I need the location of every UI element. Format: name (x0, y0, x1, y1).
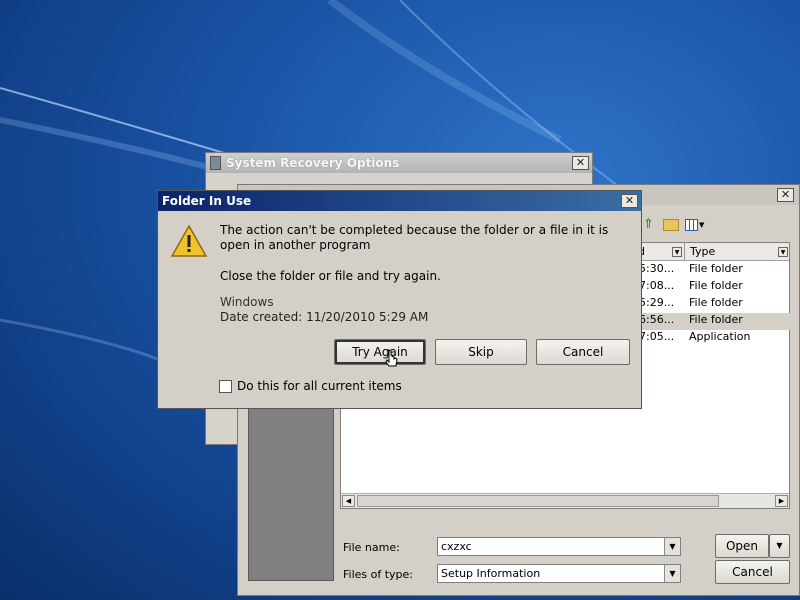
column-date-modified[interactable]: d ▼ (635, 243, 685, 261)
up-folder-icon[interactable]: ⇑ (643, 218, 657, 232)
type-dropdown-icon[interactable]: ▼ (778, 247, 788, 257)
open-button[interactable]: Open (715, 534, 769, 558)
chevron-down-icon: ▼ (776, 541, 783, 550)
system-recovery-title: System Recovery Options (226, 156, 400, 170)
files-of-type-select[interactable]: Setup Information ▼ (437, 564, 681, 583)
file-row-date: 5:30... (639, 262, 675, 275)
folder-in-use-titlebar: Folder In Use (158, 191, 641, 211)
file-name-input[interactable]: cxzxc ▼ (437, 537, 681, 556)
folder-in-use-close-button[interactable]: ✕ (621, 194, 638, 208)
app-icon (210, 156, 221, 170)
folder-in-use-dialog: Folder In Use ✕ The action can't be comp… (157, 190, 642, 409)
close-icon: ✕ (780, 188, 791, 201)
item-name: Windows (220, 295, 274, 309)
file-row-type: File folder (689, 296, 743, 309)
warning-icon (170, 224, 208, 257)
new-folder-icon[interactable] (663, 219, 679, 231)
horizontal-scrollbar[interactable]: ◀ ▶ (341, 493, 789, 508)
file-row-date: 7:08... (639, 279, 675, 292)
apply-to-all-checkbox[interactable] (219, 380, 232, 393)
item-date-created: Date created: 11/20/2010 5:29 AM (220, 310, 429, 324)
skip-button[interactable]: Skip (435, 339, 527, 365)
file-row-type: Application (689, 330, 751, 343)
apply-to-all-label: Do this for all current items (237, 379, 402, 393)
open-button-label: Open (725, 539, 759, 553)
close-icon: ✕ (575, 156, 586, 169)
file-name-label: File name: (343, 541, 400, 554)
skip-label: Skip (468, 345, 494, 359)
chevron-down-icon[interactable]: ▼ (664, 565, 680, 582)
folder-in-use-title: Folder In Use (162, 194, 252, 208)
chevron-down-icon[interactable]: ▼ (664, 538, 680, 555)
file-row-date: 5:29... (639, 296, 675, 309)
close-icon: ✕ (624, 194, 635, 207)
file-name-value: cxzxc (441, 540, 472, 553)
scroll-right-icon[interactable]: ▶ (775, 495, 788, 507)
cancel-button[interactable]: Cancel (536, 339, 630, 365)
mouse-pointer-icon (385, 349, 398, 367)
column-type[interactable]: Type ▼ (686, 243, 790, 261)
file-row-type: File folder (689, 262, 743, 275)
system-recovery-titlebar: System Recovery Options (206, 153, 592, 173)
cancel-label: Cancel (562, 345, 604, 359)
open-dialog-cancel-button[interactable]: Cancel (715, 560, 790, 584)
view-menu-icon[interactable]: ▼ (685, 218, 707, 232)
scroll-thumb[interactable] (357, 495, 719, 507)
sort-dropdown-icon[interactable]: ▼ (672, 247, 682, 257)
file-row-date: 7:05... (639, 330, 675, 343)
try-again-button[interactable]: Try Again (334, 339, 426, 365)
file-row-date: 6:56... (639, 313, 675, 326)
system-recovery-close-button[interactable]: ✕ (572, 156, 589, 170)
cancel-button-label: Cancel (732, 565, 773, 579)
files-of-type-value: Setup Information (441, 567, 541, 580)
files-of-type-label: Files of type: (343, 568, 414, 581)
error-message: The action can't be completed because th… (220, 223, 609, 252)
open-split-arrow[interactable]: ▼ (769, 534, 790, 558)
scroll-left-icon[interactable]: ◀ (342, 495, 355, 507)
instruction-text: Close the folder or file and try again. (220, 269, 441, 283)
open-dialog-close-button[interactable]: ✕ (777, 188, 794, 202)
file-row-type: File folder (689, 313, 743, 326)
file-row-type: File folder (689, 279, 743, 292)
column-type-label: Type (690, 245, 716, 258)
